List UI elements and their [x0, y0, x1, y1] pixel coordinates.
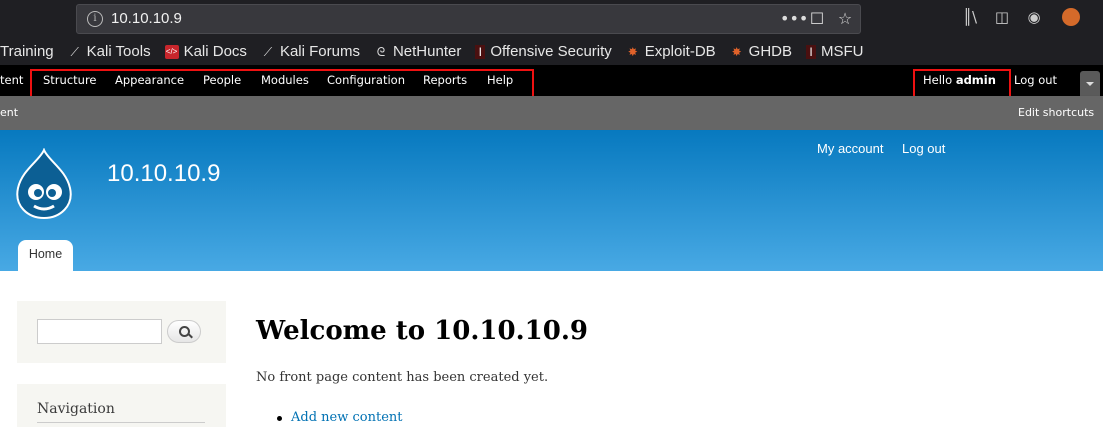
add-new-content-link[interactable]: Add new content: [291, 410, 402, 425]
bookmark-label: MSFU: [821, 43, 864, 60]
bookmark-kali-forums[interactable]: ⟋ Kali Forums: [261, 43, 360, 60]
list-bullet: [277, 416, 282, 421]
bookmarks-toolbar: Training ⟋ Kali Tools </> Kali Docs ⟋ Kali …: [0, 38, 1103, 65]
shortcut-bar: ent Edit shortcuts: [0, 96, 1103, 130]
library-icon[interactable]: ║\: [960, 8, 980, 26]
header-logout-link[interactable]: Log out: [902, 141, 945, 156]
site-name[interactable]: 10.10.10.9: [107, 160, 220, 188]
bookmark-label: GHDB: [748, 43, 792, 60]
bookmark-kali-docs[interactable]: </> Kali Docs: [164, 43, 247, 60]
bookmark-exploit-db[interactable]: ✸ Exploit-DB: [626, 43, 716, 60]
search-block: [17, 301, 226, 363]
tab-home[interactable]: Home: [18, 240, 73, 271]
bookmark-training[interactable]: Training: [0, 43, 54, 60]
bookmark-label: Kali Docs: [183, 43, 247, 60]
bookmark-label: Exploit-DB: [644, 43, 716, 60]
page-title: Welcome to 10.10.10.9: [256, 316, 588, 346]
shortcut-add-content[interactable]: ent: [0, 106, 18, 119]
my-account-link[interactable]: My account: [817, 141, 883, 156]
bookmark-label: NetHunter: [392, 43, 462, 60]
search-button[interactable]: [167, 320, 201, 343]
offsec-icon: Ι: [475, 44, 486, 59]
bookmark-label: Offensive Security: [490, 43, 612, 60]
bookmark-msfu[interactable]: Ι MSFU: [806, 43, 864, 60]
drupal-logo-icon[interactable]: [14, 148, 74, 220]
site-header: 10.10.10.9 My account Log out Home: [0, 130, 1103, 271]
bookmark-ghdb[interactable]: ✸ GHDB: [730, 43, 792, 60]
page-actions-icon[interactable]: •••: [780, 9, 808, 28]
browser-toolbar: i 10.10.10.9 ••• ☐ ☆ ║\ ◫ ◉: [0, 0, 1103, 38]
search-input[interactable]: [37, 319, 162, 344]
user-highlight-box: [913, 69, 1011, 99]
divider: [37, 422, 205, 423]
bookmark-star-icon[interactable]: ☆: [836, 9, 854, 28]
account-icon[interactable]: ◉: [1024, 8, 1044, 26]
ghdb-icon: ✸: [731, 44, 742, 59]
admin-item-content[interactable]: tent: [0, 73, 23, 87]
bookmark-nethunter[interactable]: ᘓ NetHunter: [374, 43, 462, 60]
bookmark-offensive-security[interactable]: Ι Offensive Security: [475, 43, 612, 60]
navigation-block: Navigation: [17, 384, 226, 427]
kali-docs-icon: </>: [164, 44, 179, 59]
bookmark-label: Training: [0, 43, 54, 60]
toolbar-drawer-toggle[interactable]: [1080, 71, 1100, 97]
exploit-db-icon: ✸: [627, 44, 638, 59]
bookmark-kali-tools[interactable]: ⟋ Kali Tools: [68, 43, 151, 60]
kali-dragon-icon: ⟋: [263, 44, 273, 59]
front-page-message: No front page content has been created y…: [256, 370, 549, 385]
msfu-icon: Ι: [806, 44, 816, 59]
extension-icon[interactable]: [1062, 8, 1080, 26]
bookmark-label: Kali Forums: [279, 43, 360, 60]
sidebar-icon[interactable]: ◫: [992, 8, 1012, 26]
info-icon[interactable]: i: [87, 11, 103, 27]
pocket-icon[interactable]: ☐: [808, 9, 826, 28]
nethunter-icon: ᘓ: [376, 44, 386, 59]
address-bar[interactable]: i 10.10.10.9 ••• ☐ ☆: [76, 4, 861, 34]
bookmark-label: Kali Tools: [86, 43, 151, 60]
admin-logout-link[interactable]: Log out: [1014, 73, 1057, 87]
navigation-title: Navigation: [37, 401, 115, 417]
kali-dragon-icon: ⟋: [70, 44, 79, 59]
url-text[interactable]: 10.10.10.9: [111, 10, 182, 27]
edit-shortcuts-link[interactable]: Edit shortcuts: [1018, 106, 1094, 119]
